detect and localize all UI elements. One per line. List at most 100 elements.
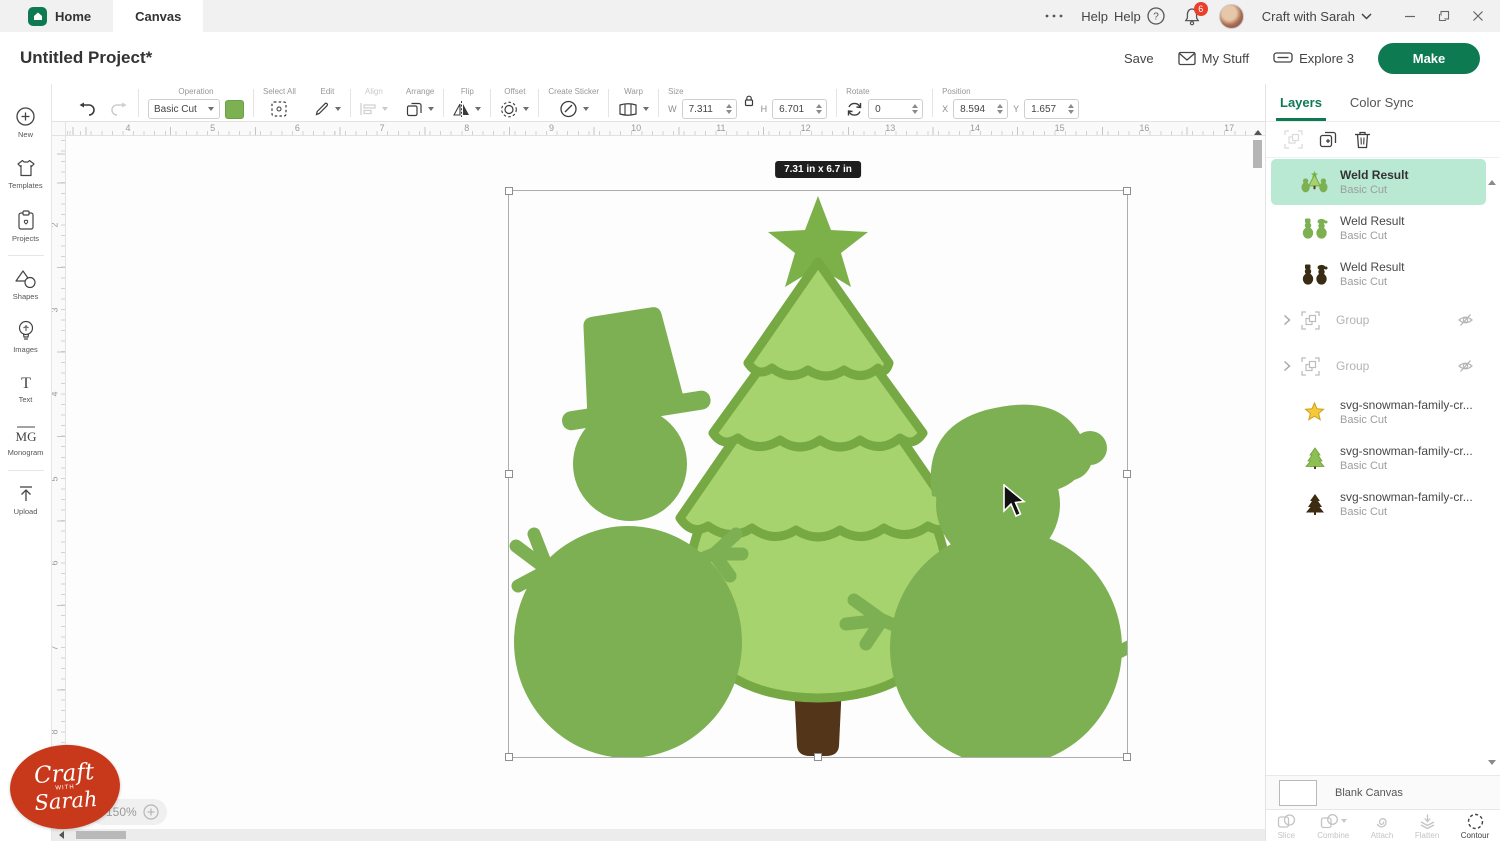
- project-header: Untitled Project* Save My Stuff Explore …: [0, 32, 1500, 84]
- flatten-button[interactable]: Flatten: [1415, 812, 1439, 840]
- scroll-up-icon[interactable]: [1254, 130, 1262, 135]
- layer-row-weld-3[interactable]: Weld Result Basic Cut: [1271, 251, 1486, 297]
- contour-button[interactable]: Contour: [1461, 812, 1489, 840]
- vertical-scroll-thumb[interactable]: [1253, 140, 1262, 168]
- warp-icon[interactable]: [618, 102, 638, 117]
- offset-caret-icon[interactable]: [523, 107, 529, 111]
- sidebar-item-projects[interactable]: Projects: [0, 200, 52, 252]
- selection-handle-sw[interactable]: [505, 753, 513, 761]
- position-y-stepper[interactable]: [1068, 104, 1078, 114]
- attach-button[interactable]: Attach: [1371, 812, 1394, 840]
- height-stepper[interactable]: [816, 104, 826, 114]
- layer-row-green-tree[interactable]: svg-snowman-family-cr... Basic Cut: [1271, 435, 1486, 481]
- chevron-right-icon[interactable]: [1283, 360, 1291, 372]
- notifications-button[interactable]: 6: [1183, 7, 1201, 26]
- horizontal-scroll-thumb[interactable]: [76, 831, 126, 839]
- make-button[interactable]: Make: [1378, 43, 1480, 74]
- arrange-caret-icon[interactable]: [428, 107, 434, 111]
- undo-redo-group: [68, 87, 138, 120]
- selection-handle-e[interactable]: [1123, 470, 1131, 478]
- redo-button[interactable]: [110, 102, 129, 117]
- sidebar-item-templates[interactable]: Templates: [0, 148, 52, 200]
- avatar[interactable]: [1219, 4, 1244, 29]
- rotate-stepper[interactable]: [912, 104, 922, 114]
- selection-handle-ne[interactable]: [1123, 187, 1131, 195]
- account-menu[interactable]: Craft with Sarah: [1262, 9, 1372, 24]
- create-sticker-caret-icon[interactable]: [583, 107, 589, 111]
- layer-row-dark-tree[interactable]: svg-snowman-family-cr... Basic Cut: [1271, 481, 1486, 527]
- align-icon[interactable]: [360, 102, 377, 116]
- layer-row-star[interactable]: svg-snowman-family-cr... Basic Cut: [1271, 389, 1486, 435]
- operation-select[interactable]: Basic Cut: [148, 99, 220, 119]
- material-color-swatch[interactable]: [225, 100, 244, 119]
- chevron-right-icon[interactable]: [1283, 314, 1291, 326]
- layers-scroll-up-icon[interactable]: [1488, 163, 1496, 181]
- pencil-icon[interactable]: [314, 101, 330, 117]
- duplicate-icon[interactable]: [1319, 130, 1338, 149]
- position-y-field[interactable]: 1.657: [1024, 99, 1079, 119]
- selection-handle-w[interactable]: [505, 470, 513, 478]
- layer-row-weld-1[interactable]: Weld Result Basic Cut: [1271, 159, 1486, 205]
- canvas-horizontal-scrollbar[interactable]: [52, 829, 1265, 841]
- canvas-area[interactable]: 4567891011121314151617 2345678: [52, 122, 1265, 841]
- close-button[interactable]: [1472, 10, 1484, 22]
- layer-row-group-1[interactable]: Group: [1271, 297, 1486, 343]
- select-layers-icon[interactable]: [1284, 130, 1303, 149]
- slice-button[interactable]: Slice: [1277, 812, 1296, 840]
- left-sidebar: New Templates Projects Shapes Images T T…: [0, 84, 52, 841]
- tab-canvas[interactable]: Canvas: [113, 0, 203, 32]
- rotate-field[interactable]: 0: [868, 99, 923, 119]
- edit-caret-icon[interactable]: [335, 107, 341, 111]
- help-button[interactable]: Help Help Help ?: [1081, 7, 1165, 25]
- my-stuff-button[interactable]: My Stuff: [1178, 51, 1249, 66]
- more-menu-icon[interactable]: [1045, 13, 1063, 19]
- scroll-left-icon[interactable]: [59, 831, 64, 839]
- canvas-color-swatch[interactable]: [1279, 780, 1317, 806]
- sidebar-item-shapes[interactable]: Shapes: [0, 259, 52, 311]
- arrange-icon[interactable]: [406, 101, 423, 117]
- visibility-off-icon[interactable]: [1457, 312, 1474, 328]
- blank-canvas-row[interactable]: Blank Canvas: [1266, 775, 1500, 809]
- selection-handle-nw[interactable]: [505, 187, 513, 195]
- rotate-icon[interactable]: [846, 101, 863, 117]
- sidebar-label-upload: Upload: [14, 507, 38, 516]
- width-stepper[interactable]: [726, 104, 736, 114]
- width-field[interactable]: 7.311: [682, 99, 737, 119]
- warp-caret-icon[interactable]: [643, 107, 649, 111]
- flip-caret-icon[interactable]: [475, 107, 481, 111]
- visibility-off-icon[interactable]: [1457, 358, 1474, 374]
- tab-home[interactable]: Home: [6, 0, 113, 32]
- explore-button[interactable]: Explore 3: [1273, 51, 1354, 66]
- sidebar-item-upload[interactable]: Upload: [0, 474, 52, 526]
- sticker-icon[interactable]: [559, 100, 578, 118]
- zoom-in-icon[interactable]: [143, 804, 159, 820]
- sidebar-item-images[interactable]: Images: [0, 311, 52, 363]
- height-field[interactable]: 6.701: [772, 99, 827, 119]
- delete-icon[interactable]: [1354, 130, 1371, 149]
- select-all-icon[interactable]: [270, 100, 288, 118]
- minimize-button[interactable]: [1404, 10, 1416, 22]
- save-button[interactable]: Save: [1124, 51, 1154, 66]
- sidebar-item-monogram[interactable]: MG Monogram: [0, 415, 52, 467]
- tab-layers[interactable]: Layers: [1266, 84, 1336, 121]
- layer-operation: Basic Cut: [1340, 230, 1404, 242]
- selection-box[interactable]: [508, 190, 1128, 758]
- combine-button[interactable]: Combine: [1317, 812, 1349, 840]
- offset-icon[interactable]: [500, 101, 518, 118]
- selection-handle-s[interactable]: [814, 753, 822, 761]
- lock-aspect-icon[interactable]: [742, 94, 756, 108]
- sidebar-item-new[interactable]: New: [0, 96, 52, 148]
- position-x-stepper[interactable]: [997, 104, 1007, 114]
- layer-row-weld-2[interactable]: Weld Result Basic Cut: [1271, 205, 1486, 251]
- layer-row-group-2[interactable]: Group: [1271, 343, 1486, 389]
- maximize-button[interactable]: [1438, 10, 1450, 22]
- tab-color-sync[interactable]: Color Sync: [1336, 84, 1428, 121]
- rotate-value: 0: [875, 104, 881, 115]
- undo-button[interactable]: [77, 102, 96, 117]
- svg-text:T: T: [21, 375, 31, 392]
- flip-icon[interactable]: [453, 101, 470, 117]
- position-x-field[interactable]: 8.594: [953, 99, 1008, 119]
- canvas-vertical-scrollbar[interactable]: [1253, 130, 1262, 190]
- sidebar-item-text[interactable]: T Text: [0, 363, 52, 415]
- selection-handle-se[interactable]: [1123, 753, 1131, 761]
